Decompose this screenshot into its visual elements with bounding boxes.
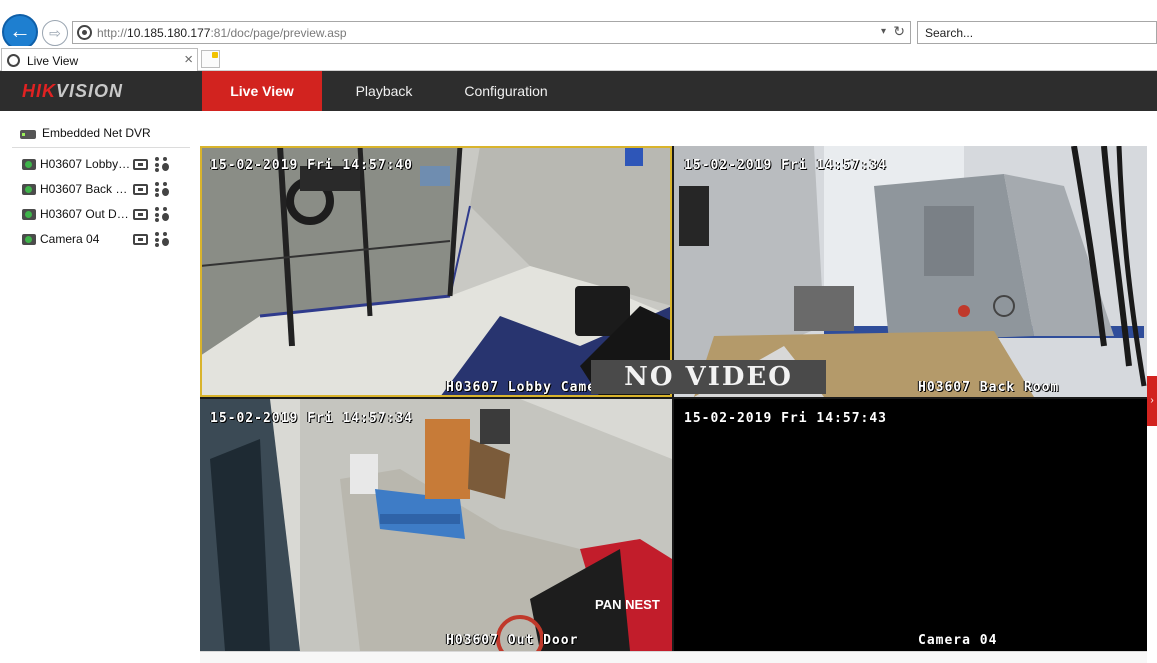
tab-favicon-icon (7, 54, 20, 67)
new-tab-button[interactable] (201, 50, 220, 68)
camera-icon (22, 159, 36, 170)
record-icon[interactable] (133, 209, 148, 220)
out-door-camera-feed: PAN NEST (200, 399, 672, 651)
live-view-toolbar (200, 651, 1147, 663)
camera-label: H03607 Back Room (40, 182, 132, 196)
record-icon[interactable] (133, 159, 148, 170)
url-prefix: http:// (97, 26, 128, 40)
camera-icon (22, 209, 36, 220)
logo-vision: VISION (56, 81, 124, 101)
search-placeholder: Search... (925, 26, 974, 40)
record-icon[interactable] (133, 234, 148, 245)
camera-icon (22, 184, 36, 195)
video-cell-4[interactable]: 15-02-2019 Fri 14:57:43 Camera 04 (674, 399, 1147, 651)
camera-name-overlay: H03607 Lobby Camera (446, 380, 614, 395)
expand-panel-button[interactable]: › (1147, 376, 1157, 426)
sidebar-item-camera-1[interactable]: H03607 Lobby Camera (20, 156, 180, 174)
logo-hik: HIK (22, 81, 56, 101)
browser-toolbar: ← ⇨ http://10.185.180.177:81/doc/page/pr… (0, 0, 1157, 50)
sidebar-item-camera-2[interactable]: H03607 Back Room (20, 181, 180, 199)
tab-playback[interactable]: Playback (336, 71, 432, 111)
sidebar-item-camera-4[interactable]: Camera 04 (20, 231, 180, 249)
address-bar[interactable]: http://10.185.180.177:81/doc/page/previe… (72, 21, 911, 44)
refresh-icon[interactable]: ↻ (893, 23, 905, 40)
timestamp-overlay: 15-02-2019 Fri 14:57:40 (210, 158, 414, 173)
camera-label: Camera 04 (40, 232, 100, 246)
device-label: Embedded Net DVR (42, 126, 151, 140)
signboard-text: PAN NEST (595, 597, 660, 612)
app-header: HIKVISION Live View Playback Configurati… (0, 71, 1157, 111)
hikvision-logo: HIKVISION (22, 81, 123, 102)
timestamp-overlay: 15-02-2019 Fri 14:57:34 (210, 411, 414, 426)
camera-name-overlay: H03607 Back Room (918, 380, 1060, 395)
browser-tab-live-view[interactable]: Live View × (1, 48, 198, 71)
dvr-icon (20, 130, 36, 139)
record-icon[interactable] (133, 184, 148, 195)
search-input[interactable]: Search... (917, 21, 1157, 44)
camera-label: H03607 Out Door (40, 207, 132, 221)
ptz-control-icon[interactable] (153, 207, 170, 222)
url-text: http://10.185.180.177:81/doc/page/previe… (97, 26, 347, 40)
forward-arrow-icon: ⇨ (49, 25, 61, 41)
browser-tab-strip: Live View × (0, 46, 1157, 71)
sidebar-item-camera-3[interactable]: H03607 Out Door (20, 206, 180, 224)
close-tab-icon[interactable]: × (184, 51, 193, 68)
camera-name-overlay: H03607 Out Door (446, 633, 579, 648)
device-sidebar: Embedded Net DVR H03607 Lobby Camera H03… (0, 111, 200, 663)
ptz-control-icon[interactable] (153, 157, 170, 172)
camera-name-overlay: Camera 04 (918, 633, 998, 648)
tab-title: Live View (27, 54, 79, 68)
address-dropdown-icon[interactable]: ▾ (881, 26, 886, 37)
sidebar-divider (12, 147, 190, 148)
back-arrow-icon: ← (9, 18, 31, 43)
ptz-control-icon[interactable] (153, 182, 170, 197)
video-cell-3[interactable]: PAN NEST 15-02-2019 Fri 14:57:34 H03607 … (200, 399, 672, 651)
tab-configuration[interactable]: Configuration (452, 71, 560, 111)
timestamp-overlay: 15-02-2019 Fri 14:57:43 (684, 411, 888, 426)
ptz-control-icon[interactable] (153, 232, 170, 247)
live-view-grid: 15-02-2019 Fri 14:57:40 H03607 Lobby Cam… (200, 146, 1147, 651)
url-host: 10.185.180.177 (127, 26, 211, 40)
no-video-label: NO VIDEO (591, 360, 826, 394)
camera-icon (22, 234, 36, 245)
timestamp-overlay: 15-02-2019 Fri 14:57:34 (684, 158, 888, 173)
site-favicon-icon (77, 25, 92, 40)
camera-label: H03607 Lobby Camera (40, 157, 132, 171)
back-button[interactable]: ← (2, 14, 38, 50)
tab-live-view[interactable]: Live View (202, 71, 322, 111)
forward-button[interactable]: ⇨ (42, 20, 68, 46)
url-path: :81/doc/page/preview.asp (210, 26, 347, 40)
